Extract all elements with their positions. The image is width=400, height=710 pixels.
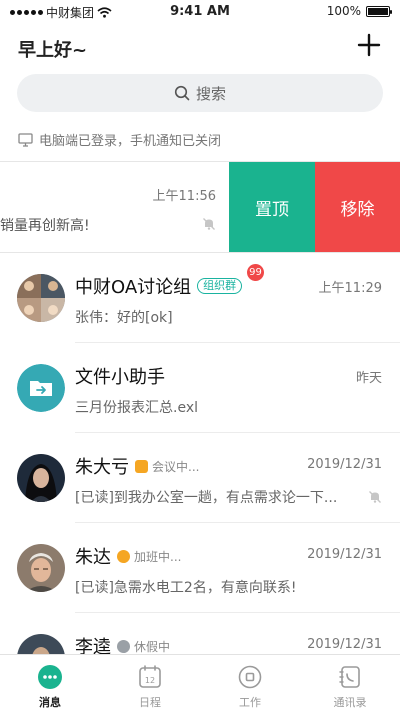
calendar-icon: 12: [139, 665, 161, 688]
battery-info: 100%: [326, 4, 392, 18]
chat-time: 昨天: [355, 371, 382, 386]
work-icon: [238, 665, 262, 689]
status-text: 休假中: [134, 639, 171, 654]
chat-name-line: 文件小助手: [75, 363, 165, 389]
status-text: 会议中...: [152, 459, 200, 474]
status-bar: 中财集团 9:41 AM 100%: [0, 0, 400, 24]
tab-bar: 消息 12 日程 工作 通讯录: [0, 654, 400, 710]
meeting-icon: [135, 459, 148, 473]
chat-time: 2019/12/31: [307, 457, 382, 472]
chat-name-line: 中财OA讨论组 组织群: [75, 273, 243, 299]
chat-preview: [已读]急需水电工2名，有意向联系!: [75, 580, 297, 596]
mute-icon: [369, 491, 381, 503]
tab-label: 工作: [239, 696, 261, 709]
chat-row-zhu-da[interactable]: 朱达 加班中... 2019/12/31 [已读]急需水电工2名，有意向联系!: [0, 523, 400, 613]
presence-status: 加班中...: [117, 548, 181, 565]
chat-name: 朱大亏: [75, 457, 129, 478]
chat-preview: 张伟：好的[ok]: [75, 310, 173, 326]
chat-name: 朱达: [75, 547, 111, 568]
chat-preview: [已读]到我办公室一趟，有点需求论一下...: [75, 490, 338, 506]
chat-preview: 销量再创新高!: [0, 218, 90, 234]
notice-text: 电脑端已登录，手机通知已关闭: [39, 134, 222, 149]
chat-time: 上午11:29: [318, 281, 382, 296]
chat-name-line: 朱大亏 会议中...: [75, 453, 199, 479]
tab-label: 日程: [139, 696, 161, 709]
page-title: 早上好~: [18, 40, 88, 61]
chat-name-line: 朱达 加班中...: [75, 543, 181, 569]
chat-row-zhu-dakui[interactable]: 朱大亏 会议中... 2019/12/31 [已读]到我办公室一趟，有点需求论一…: [0, 433, 400, 523]
avatar: [17, 544, 65, 592]
mute-icon: [203, 218, 215, 230]
status-text: 加班中...: [134, 549, 182, 564]
avatar: [17, 454, 65, 502]
group-tag: 组织群: [197, 278, 243, 294]
tab-label: 通讯录: [333, 696, 367, 709]
vacation-icon: [117, 639, 130, 653]
chat-icon: [38, 665, 62, 689]
pin-button[interactable]: 置顶: [229, 162, 315, 252]
chat-row-file-assistant[interactable]: 文件小助手 昨天 三月份报表汇总.exl: [0, 343, 400, 433]
swiped-chat-row[interactable]: 上午11:56 销量再创新高! 置顶 移除: [0, 162, 400, 252]
overtime-clock-icon: [117, 549, 130, 563]
battery-icon: [366, 5, 392, 17]
chat-row-oa-group[interactable]: 中财OA讨论组 组织群 99 上午11:29 张伟：好的[ok]: [0, 253, 400, 343]
chat-time: 2019/12/31: [307, 637, 382, 652]
remove-button[interactable]: 移除: [315, 162, 400, 252]
tab-messages[interactable]: 消息: [0, 655, 100, 710]
presence-status: 休假中: [117, 638, 170, 655]
battery-percent: 100%: [326, 4, 361, 18]
swiped-row-content[interactable]: 上午11:56 销量再创新高!: [0, 162, 229, 252]
search-input[interactable]: 搜索: [17, 74, 383, 112]
contacts-icon: [339, 666, 360, 688]
add-icon[interactable]: [356, 32, 382, 58]
chat-time: 上午11:56: [152, 189, 216, 204]
folder-avatar: [17, 364, 65, 412]
tab-schedule[interactable]: 12 日程: [100, 655, 200, 710]
tab-label: 消息: [39, 696, 61, 709]
chat-name: 文件小助手: [75, 367, 165, 388]
chat-preview: 三月份报表汇总.exl: [75, 400, 198, 416]
svg-text:12: 12: [145, 676, 155, 685]
header: 早上好~: [0, 28, 400, 68]
desktop-icon: [18, 132, 33, 147]
group-avatar: [17, 274, 65, 322]
login-notice[interactable]: 电脑端已登录，手机通知已关闭: [18, 130, 221, 149]
unread-badge: 99: [247, 264, 264, 281]
chat-time: 2019/12/31: [307, 547, 382, 562]
tab-work[interactable]: 工作: [200, 655, 300, 710]
search-icon: [174, 85, 190, 101]
tab-contacts[interactable]: 通讯录: [300, 655, 400, 710]
presence-status: 会议中...: [135, 458, 199, 475]
chat-name: 中财OA讨论组: [75, 277, 192, 298]
search-placeholder: 搜索: [195, 84, 226, 103]
